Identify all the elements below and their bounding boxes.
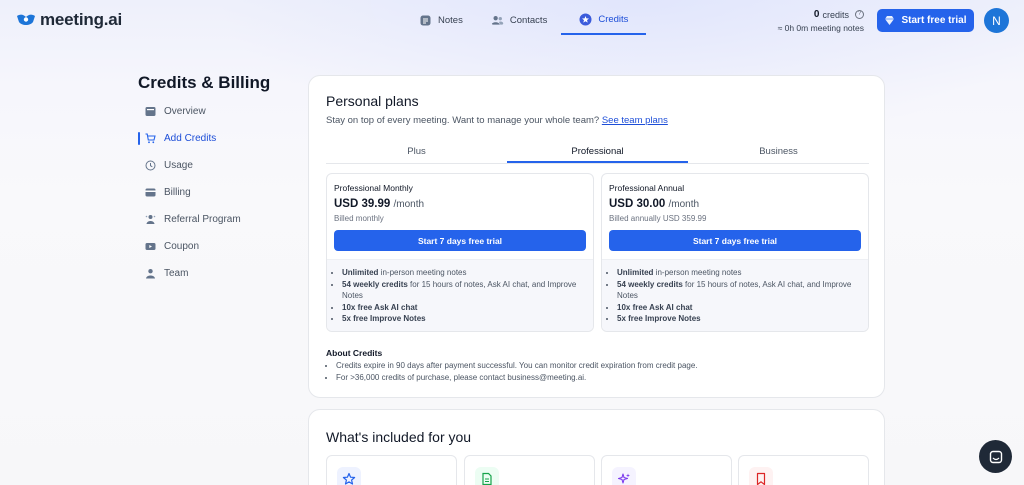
sparkles-icon [617, 473, 630, 484]
overview-icon [145, 107, 156, 116]
credits-label: credits [822, 9, 849, 20]
credits-icon [579, 13, 592, 26]
bookmark-icon [756, 472, 766, 485]
meeting-notes-estimate: ≈ 0h 0m meeting notes [777, 23, 864, 33]
plan-price: USD 30.00 /month [609, 198, 861, 210]
credits-summary: 0 credits ? ≈ 0h 0m meeting notes [778, 9, 864, 33]
tab-credits[interactable]: Credits [561, 6, 647, 35]
cart-icon [145, 133, 156, 144]
personal-plans-card: Personal plans Stay on top of every meet… [308, 75, 885, 398]
sidebar-item-overview[interactable]: Overview [138, 98, 288, 125]
plans-subtitle-text: Stay on top of every meeting. Want to ma… [326, 115, 600, 126]
tab-contacts[interactable]: Contacts [477, 6, 562, 35]
plan-price-amount: USD 30.00 [609, 198, 666, 210]
sidebar-item-label: Overview [164, 106, 206, 117]
included-card: What's included for you [308, 409, 885, 485]
tab-contacts-label: Contacts [509, 15, 548, 26]
top-header: meeting.ai Notes Contacts Credits 0 cred… [0, 0, 1024, 40]
feature-item: 10x free Ask AI chat [617, 302, 861, 314]
plan-price-amount: USD 39.99 [334, 198, 391, 210]
chat-icon [989, 450, 1002, 463]
star-icon [342, 472, 356, 485]
plans-subtitle: Stay on top of every meeting. Want to ma… [326, 115, 668, 126]
logo-icon [17, 14, 35, 25]
included-item [464, 455, 595, 485]
plan-price-period: /month [668, 199, 700, 210]
team-icon [146, 269, 155, 279]
included-item [601, 455, 732, 485]
history-icon [145, 160, 156, 171]
sidebar-item-label: Billing [164, 187, 191, 198]
included-item [738, 455, 869, 485]
plan-name: Professional Monthly [334, 183, 413, 193]
start-free-trial-button[interactable]: Start free trial [877, 9, 974, 32]
tab-plus[interactable]: Plus [326, 142, 507, 163]
see-team-plans-link[interactable]: See team plans [602, 115, 668, 126]
plan-card-monthly: Professional Monthly USD 39.99 /month Bi… [326, 173, 594, 332]
credits-count: 0 [813, 9, 820, 20]
plan-price: USD 39.99 /month [334, 198, 586, 210]
logo[interactable]: meeting.ai [16, 10, 122, 30]
sidebar-item-label: Team [164, 268, 189, 279]
billing-icon [145, 188, 156, 197]
plan-features: Unlimited in-person meeting notes 54 wee… [602, 259, 868, 331]
plans-title: Personal plans [326, 93, 419, 109]
main-nav: Notes Contacts Credits [405, 6, 647, 35]
contacts-icon [491, 16, 504, 25]
plan-features: Unlimited in-person meeting notes 54 wee… [327, 259, 593, 331]
tab-notes[interactable]: Notes [405, 6, 477, 35]
sidebar-item-referral-program[interactable]: Referral Program [138, 206, 288, 233]
sidebar-item-label: Referral Program [164, 214, 241, 225]
plan-billing-note: Billed annually USD 359.99 [609, 214, 707, 223]
about-credits: About Credits Credits expire in 90 days … [326, 348, 698, 383]
tab-professional[interactable]: Professional [507, 142, 688, 163]
referral-icon [145, 215, 156, 224]
sidebar-menu: Overview Add Credits Usage Billing Refer… [138, 98, 288, 287]
tab-business[interactable]: Business [688, 142, 869, 163]
plan-name: Professional Annual [609, 183, 685, 193]
start-free-trial-label: Start free trial [901, 15, 967, 26]
gem-icon [885, 16, 895, 25]
sidebar-item-billing[interactable]: Billing [138, 179, 288, 206]
notes-icon [420, 15, 431, 26]
sidebar-item-team[interactable]: Team [138, 260, 288, 287]
sidebar-item-label: Coupon [164, 241, 200, 252]
plan-billing-note: Billed monthly [334, 214, 384, 223]
chat-support-button[interactable] [979, 440, 1012, 473]
start-trial-button-monthly[interactable]: Start 7 days free trial [334, 230, 586, 251]
feature-item: 5x free Improve Notes [617, 313, 861, 325]
about-item: Credits expire in 90 days after payment … [336, 360, 698, 372]
avatar[interactable]: N [984, 8, 1009, 33]
sidebar-item-coupon[interactable]: Coupon [138, 233, 288, 260]
start-trial-button-annual[interactable]: Start 7 days free trial [609, 230, 861, 251]
tab-credits-label: Credits [598, 14, 629, 25]
tab-notes-label: Notes [438, 15, 463, 26]
about-item: For >36,000 credits of purchase, please … [336, 372, 698, 384]
sidebar-item-label: Usage [164, 160, 193, 171]
document-icon [482, 472, 492, 485]
about-credits-title: About Credits [326, 348, 383, 358]
included-title: What's included for you [326, 429, 472, 445]
plan-price-period: /month [393, 199, 425, 210]
coupon-icon [145, 243, 156, 250]
sidebar-item-add-credits[interactable]: Add Credits [138, 125, 288, 152]
feature-item: 5x free Improve Notes [342, 313, 586, 325]
feature-item: 54 weekly credits for 15 hours of notes,… [342, 279, 586, 302]
plan-tabs: Plus Professional Business [326, 142, 869, 164]
included-item [326, 455, 457, 485]
plan-card-annual: Professional Annual USD 30.00 /month Bil… [601, 173, 869, 332]
feature-item: Unlimited in-person meeting notes [617, 267, 861, 279]
feature-item: 54 weekly credits for 15 hours of notes,… [617, 279, 861, 302]
sidebar-item-usage[interactable]: Usage [138, 152, 288, 179]
feature-item: Unlimited in-person meeting notes [342, 267, 586, 279]
help-icon[interactable]: ? [855, 10, 864, 19]
sidebar-item-label: Add Credits [164, 133, 217, 144]
page-title: Credits & Billing [138, 73, 271, 92]
feature-item: 10x free Ask AI chat [342, 302, 586, 314]
logo-text: meeting.ai [40, 10, 123, 29]
